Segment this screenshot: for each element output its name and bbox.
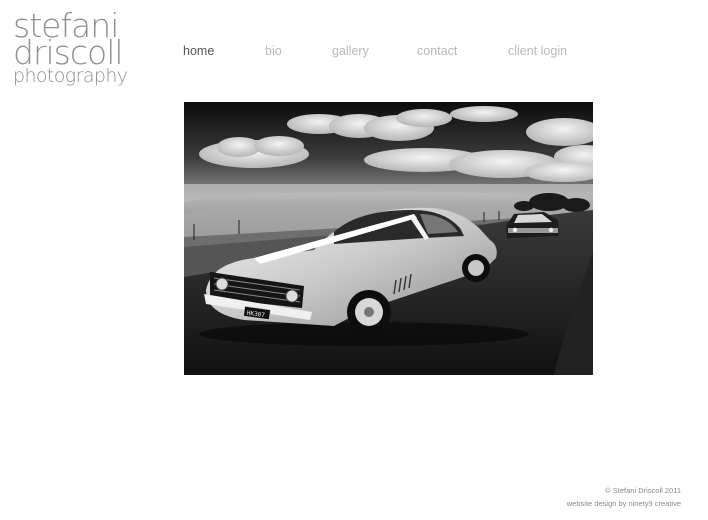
hero-photo: HK307 bbox=[184, 102, 593, 375]
nav-client-login-link[interactable]: client login bbox=[508, 44, 567, 58]
nav-home-link[interactable]: home bbox=[183, 44, 214, 58]
footer: © Stefani Driscoll 2011 website design b… bbox=[567, 484, 681, 510]
logo-line-photography: photography bbox=[13, 65, 128, 87]
site-logo[interactable]: stefani driscoll photography bbox=[13, 9, 128, 87]
footer-design-credit[interactable]: website design by ninety9 creative bbox=[567, 497, 681, 510]
nav-contact-link[interactable]: contact bbox=[417, 44, 457, 58]
hero-photo-illustration: HK307 bbox=[184, 102, 593, 375]
nav-bio-link[interactable]: bio bbox=[265, 44, 282, 58]
nav-gallery-link[interactable]: gallery bbox=[332, 44, 369, 58]
footer-copyright: © Stefani Driscoll 2011 bbox=[605, 486, 681, 495]
logo-line-driscoll: driscoll bbox=[13, 33, 124, 72]
